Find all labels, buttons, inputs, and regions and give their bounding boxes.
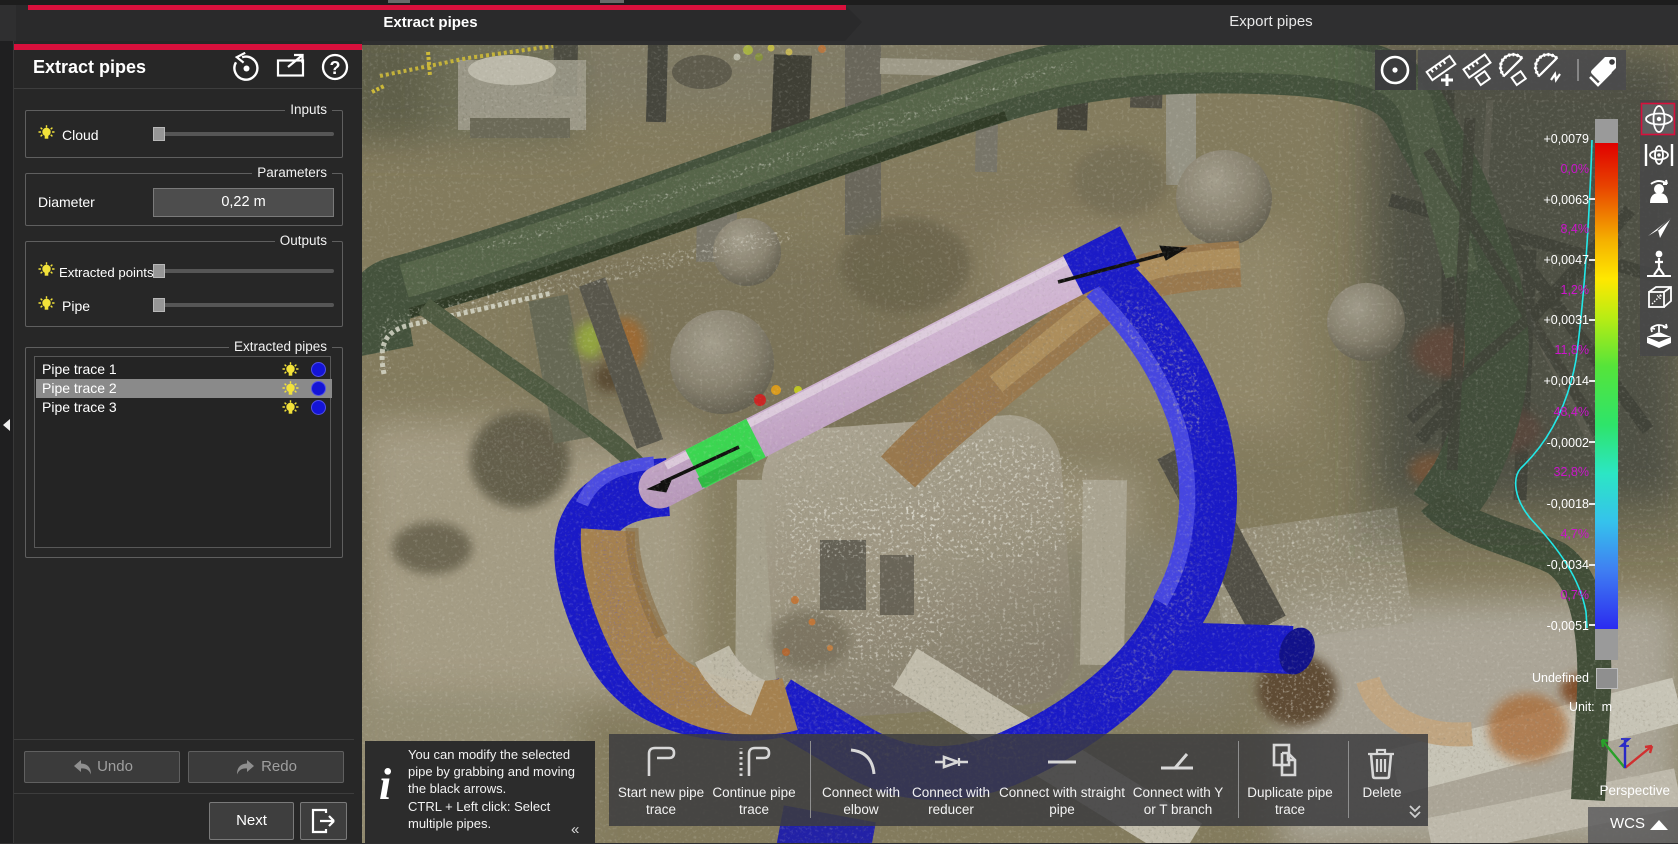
svg-text:?: ? (330, 58, 341, 78)
